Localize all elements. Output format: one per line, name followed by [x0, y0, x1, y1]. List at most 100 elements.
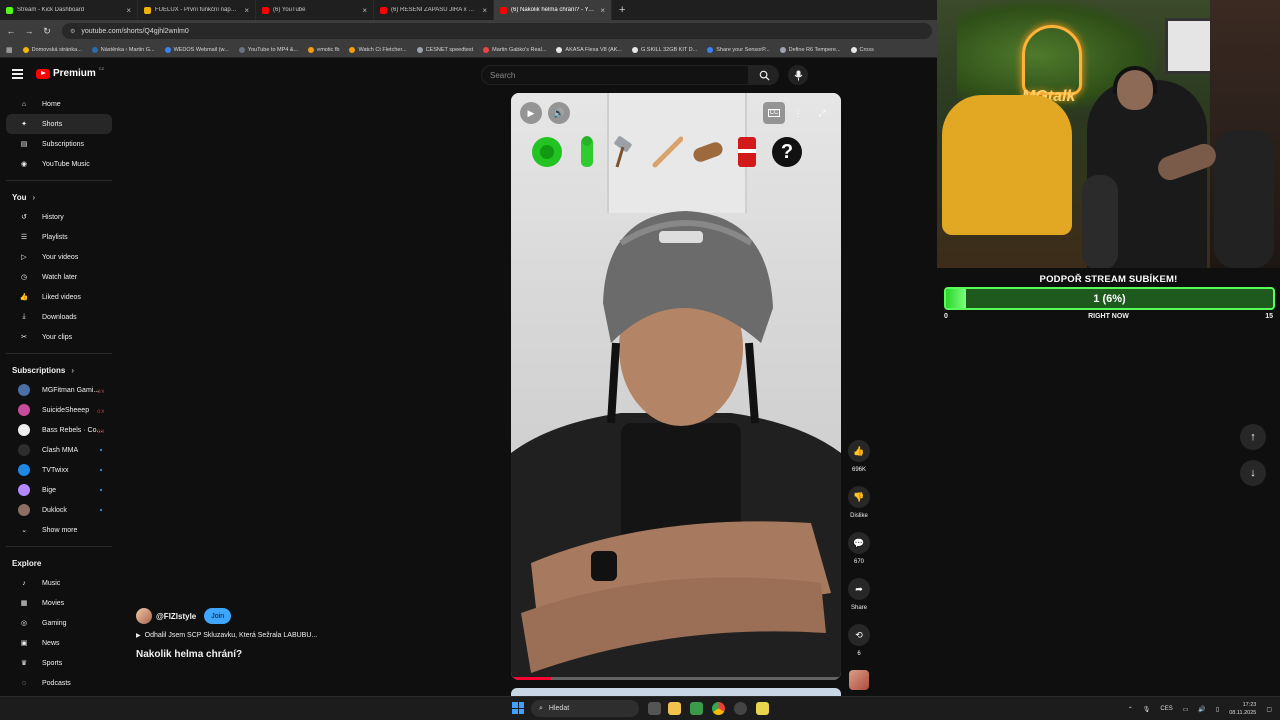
back-arrow-icon[interactable]: ← — [6, 26, 16, 36]
chevron-up-icon[interactable]: ⌃ — [1128, 706, 1133, 713]
subscriptions-section-header[interactable]: Subscriptions › — [0, 360, 118, 380]
tab-close-icon[interactable]: × — [482, 6, 487, 15]
related-video-link[interactable]: ▶ Odhalil Jsem SCP Skluzavku, Která Sežr… — [136, 632, 496, 639]
notifications-icon[interactable]: ▢ — [1266, 706, 1272, 713]
sidebar-item-history[interactable]: ↺ History — [6, 207, 112, 227]
tab-fuelux[interactable]: FUELUX - První funkční nápoj p... × — [138, 0, 256, 20]
sidebar-item-movies[interactable]: ▦ Movies — [6, 593, 112, 613]
bookmark-item[interactable]: Domovská stránka... — [22, 46, 82, 53]
fullscreen-button[interactable]: ⤢ — [811, 102, 833, 124]
sidebar-item-news[interactable]: ▣ News — [6, 633, 112, 653]
shorts-video-player[interactable]: ▶ 🔊 CC ⋮ ⤢ ? — [511, 93, 841, 680]
tab-reseni-zapasu[interactable]: (6) ŘEŠENÍ ZÁPASU JIRA x SIBI... × — [374, 0, 494, 20]
subscription-item[interactable]: Bige — [6, 480, 112, 500]
channel-name[interactable]: @FIZIstyle — [156, 612, 196, 621]
bookmark-item[interactable]: CESNET speedtest — [416, 46, 473, 53]
site-info-icon[interactable]: ⚙ — [70, 28, 75, 35]
sidebar-item-subscriptions[interactable]: ▤ Subscriptions — [6, 134, 112, 154]
bookmark-item[interactable]: G.SKILL 32GB KIT D... — [631, 46, 697, 53]
next-short-button[interactable]: ↓ — [1240, 460, 1266, 486]
battery-icon[interactable]: ▯ — [1216, 706, 1219, 713]
app-icon[interactable] — [734, 702, 747, 715]
start-button[interactable] — [512, 702, 524, 714]
apps-grid-icon[interactable]: ▦ — [6, 46, 13, 54]
volume-icon[interactable]: 🔊 — [1198, 706, 1205, 713]
language-indicator[interactable]: CES — [1160, 706, 1172, 712]
network-icon[interactable]: ▭ — [1183, 706, 1189, 713]
bookmark-item[interactable]: WEDOS Webmail (w... — [164, 46, 229, 53]
dislike-button[interactable]: 👎 — [848, 486, 870, 508]
clock[interactable]: 17:23 08.11.2025 — [1229, 701, 1256, 717]
sidebar-item-your-clips[interactable]: ✂ Your clips — [6, 327, 112, 347]
comments-button[interactable]: 💬 — [848, 532, 870, 554]
sidebar-item-liked-videos[interactable]: 👍 Liked videos — [6, 287, 112, 307]
tab-kick-dashboard[interactable]: Stream - Kick Dashboard × — [0, 0, 138, 20]
tab-close-icon[interactable]: × — [126, 6, 131, 15]
voice-search-button[interactable] — [788, 65, 808, 85]
sidebar-item-podcasts[interactable]: ◌ Podcasts — [6, 673, 112, 693]
sidebar-item-home[interactable]: ⌂ Home — [6, 94, 112, 114]
sidebar-item-downloads[interactable]: ⤓ Downloads — [6, 307, 112, 327]
bookmark-item[interactable]: emotic fb — [308, 46, 339, 53]
previous-short-button[interactable]: ↑ — [1240, 424, 1266, 450]
reload-icon[interactable]: ↻ — [42, 26, 52, 37]
sidebar-item-youtube-music[interactable]: ◉ YouTube Music — [6, 154, 112, 174]
notes-icon[interactable] — [756, 702, 769, 715]
search-button[interactable] — [749, 65, 779, 85]
sidebar-item-watch-later[interactable]: ◷ Watch later — [6, 267, 112, 287]
remix-button[interactable]: ⟲ — [848, 624, 870, 646]
like-button[interactable]: 👍 — [848, 440, 870, 462]
short-title: Nakolik helma chrání? — [136, 649, 243, 660]
bookmark-item[interactable]: AKASA Flexa V8 (AK... — [556, 46, 622, 53]
subscription-item[interactable]: MGFitman Gami... ((·)) — [6, 380, 112, 400]
subscription-item[interactable]: Bass Rebels · Co... ((·)) — [6, 420, 112, 440]
sidebar-item-shorts[interactable]: ✦ Shorts — [6, 114, 112, 134]
sidebar-item-music[interactable]: ♪ Music — [6, 573, 112, 593]
file-explorer-icon[interactable] — [668, 702, 681, 715]
store-icon[interactable] — [690, 702, 703, 715]
task-view-icon[interactable] — [648, 702, 661, 715]
tab-close-icon[interactable]: × — [244, 6, 249, 15]
subscription-item[interactable]: TVTwixx — [6, 460, 112, 480]
bookmark-item[interactable]: Share your SensorP... — [707, 46, 770, 53]
url-field[interactable]: ⚙ youtube.com/shorts/Q4gjhl2wnlm0 — [62, 23, 932, 39]
show-more-button[interactable]: ⌄ Show more — [6, 520, 112, 540]
captions-button[interactable]: CC — [763, 102, 785, 124]
subscription-item[interactable]: Clash MMA — [6, 440, 112, 460]
tab-close-icon[interactable]: × — [362, 6, 367, 15]
play-button[interactable]: ▶ — [520, 102, 542, 124]
bookmark-item[interactable]: Martin Gabko's Real... — [483, 46, 546, 53]
sidebar-item-sports[interactable]: ♛ Sports — [6, 653, 112, 673]
subscription-item[interactable]: SuicideSheeep ((·)) — [6, 400, 112, 420]
tab-close-icon[interactable]: × — [600, 6, 605, 15]
bookmark-item[interactable]: YouTube to MP4 &... — [238, 46, 298, 53]
sidebar-item-gaming[interactable]: ◎ Gaming — [6, 613, 112, 633]
search-input[interactable]: Search — [481, 65, 749, 85]
taskbar-search[interactable]: ⌕ Hledat — [531, 700, 639, 717]
forward-arrow-icon[interactable]: → — [24, 26, 34, 36]
youtube-premium-logo[interactable]: Premium CZ — [36, 66, 104, 79]
sidebar-item-your-videos[interactable]: ▷ Your videos — [6, 247, 112, 267]
more-options-button[interactable]: ⋮ — [787, 102, 809, 124]
volume-button[interactable]: 🔊 — [548, 102, 570, 124]
channel-avatar[interactable] — [136, 608, 152, 624]
bookmark-item[interactable]: Watch Ct Fletcher... — [349, 46, 407, 53]
share-button[interactable]: ➦ — [848, 578, 870, 600]
tab-youtube[interactable]: (6) YouTube × — [256, 0, 374, 20]
menu-icon[interactable] — [12, 69, 23, 81]
tab-nakolik-helma[interactable]: (6) Nakolik helma chrání? - You... × — [494, 0, 612, 20]
video-progress-bar[interactable] — [511, 677, 841, 680]
subscription-item[interactable]: Duklock — [6, 500, 112, 520]
chrome-icon[interactable] — [712, 702, 725, 715]
join-button[interactable]: Join — [204, 608, 232, 624]
sound-thumbnail[interactable] — [849, 670, 869, 690]
sidebar-item-playlists[interactable]: ☰ Playlists — [6, 227, 112, 247]
you-section-header[interactable]: You › — [0, 187, 118, 207]
microphone-icon[interactable]: 🎙 — [1143, 706, 1151, 713]
bookmark-item[interactable]: Nástěnka ‹ Martin G... — [91, 46, 155, 53]
new-tab-button[interactable]: + — [612, 4, 632, 16]
show-more-label: Show more — [42, 526, 78, 534]
bookmark-item[interactable]: Cross — [850, 46, 874, 53]
movies-icon: ▦ — [20, 600, 28, 607]
bookmark-item[interactable]: Define R6 Tempere... — [779, 46, 841, 53]
